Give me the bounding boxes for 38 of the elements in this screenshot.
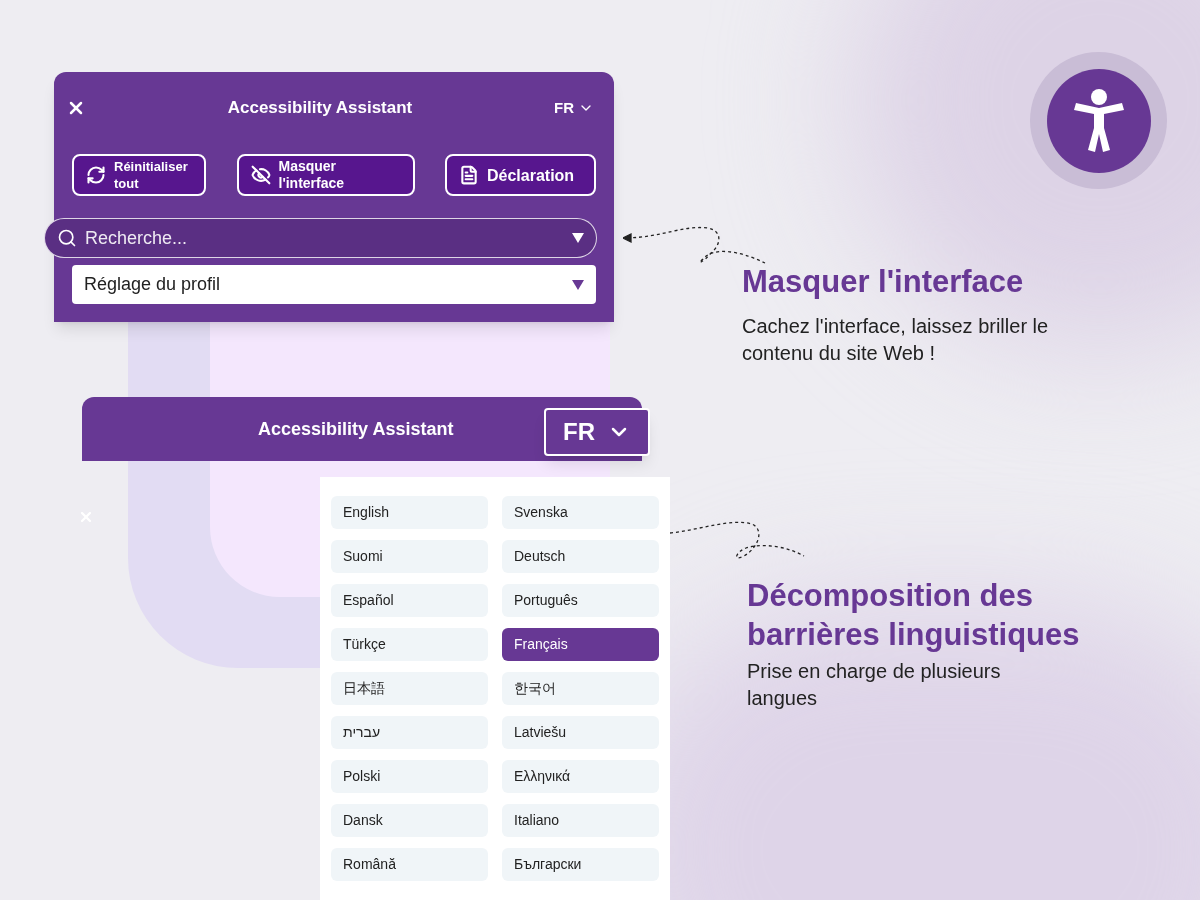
search-input[interactable]: Recherche... [85,224,564,252]
search-bar[interactable]: Recherche... [44,218,597,258]
action-button[interactable]: Réinitialiser tout [72,154,206,196]
language-option[interactable]: 日本語 [331,672,488,705]
panel-title: Accessibility Assistant [258,417,454,441]
action-button[interactable]: Masquer l'interface [236,154,415,196]
language-option[interactable]: Dansk [331,804,488,837]
feature-description: Prise en charge de plusieurs langues [747,659,1002,711]
feature-description: Cachez l'interface, laissez briller le contenu du site Web ! [742,314,1050,366]
language-option[interactable]: Français [502,628,659,661]
language-option[interactable]: Latviešu [502,716,659,749]
language-option[interactable]: Ελληνικά [502,760,659,793]
language-option[interactable]: Português [502,584,659,617]
eye-slash-icon [250,165,271,185]
refresh-icon [86,165,106,185]
feature-title: Masquer l'interface [742,263,1025,301]
language-option[interactable]: Español [331,584,488,617]
language-option[interactable]: Română [331,848,488,881]
profile-select[interactable]: Réglage du profil [72,265,596,304]
dropdown-arrow-icon [572,233,584,243]
feature-title: Décomposition des barrières linguistiques [747,577,1081,654]
action-button[interactable]: Déclaration [445,154,596,196]
language-option[interactable]: עברית [331,716,488,749]
search-icon [57,228,77,248]
panel-title: Accessibility Assistant [226,97,414,120]
language-option[interactable]: Italiano [502,804,659,837]
language-option[interactable]: English [331,496,488,529]
language-option[interactable]: Deutsch [502,540,659,573]
language-option[interactable]: Polski [331,760,488,793]
language-selector[interactable]: FR [554,96,602,120]
language-option[interactable]: Български [502,848,659,881]
language-selector[interactable]: FR [544,408,650,456]
dropdown-arrow-icon [572,279,584,290]
document-icon [459,165,479,185]
language-option[interactable]: Suomi [331,540,488,573]
language-option[interactable]: Svenska [502,496,659,529]
language-option[interactable]: 한국어 [502,672,659,705]
language-option[interactable]: Türkçe [331,628,488,661]
